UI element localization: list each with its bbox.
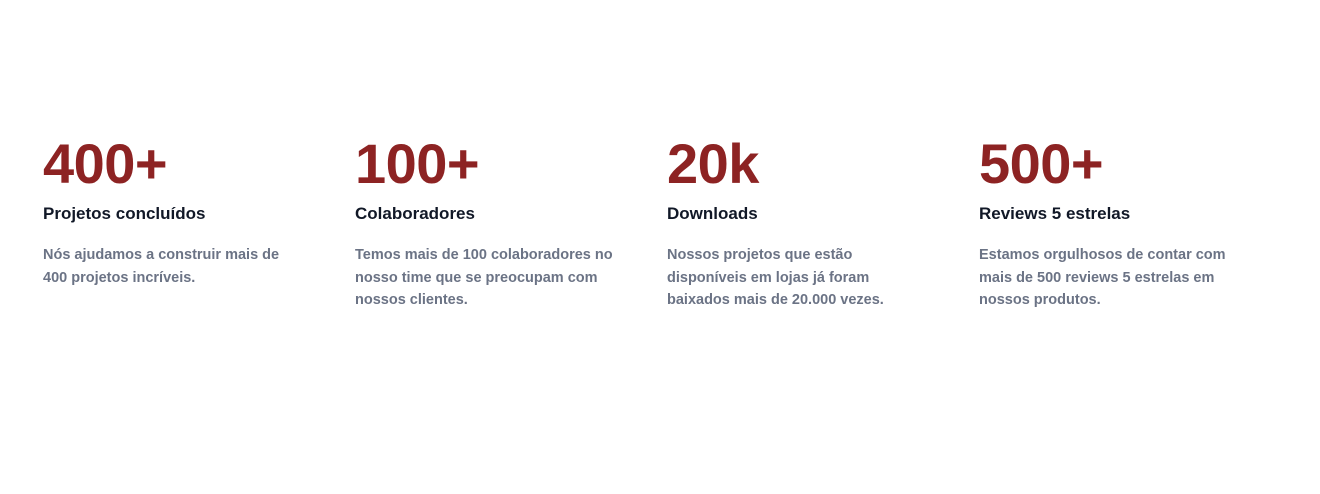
stat-value: 20k xyxy=(667,132,759,195)
stat-title: Downloads xyxy=(667,204,758,223)
stat-title: Reviews 5 estrelas xyxy=(979,204,1131,223)
stat-value: 100+ xyxy=(355,132,480,195)
stat-collaborators: 100+ Colaboradores Temos mais de 100 col… xyxy=(355,134,667,312)
stat-description: Temos mais de 100 colaboradores no nosso… xyxy=(355,247,613,308)
stats-section: 400+ Projetos concluídos Nós ajudamos a … xyxy=(43,134,1303,312)
stat-description: Estamos orgulhosos de contar com mais de… xyxy=(979,247,1226,308)
stat-description: Nossos projetos que estão disponíveis em… xyxy=(667,247,884,308)
stat-value: 400+ xyxy=(43,132,168,195)
stat-title: Colaboradores xyxy=(355,204,475,223)
stat-description: Nós ajudamos a construir mais de 400 pro… xyxy=(43,247,280,286)
stat-title: Projetos concluídos xyxy=(43,204,206,223)
stat-projects: 400+ Projetos concluídos Nós ajudamos a … xyxy=(43,134,355,312)
stat-downloads: 20k Downloads Nossos projetos que estão … xyxy=(667,134,979,312)
stat-reviews: 500+ Reviews 5 estrelas Estamos orgulhos… xyxy=(979,134,1291,312)
stat-value: 500+ xyxy=(979,132,1104,195)
